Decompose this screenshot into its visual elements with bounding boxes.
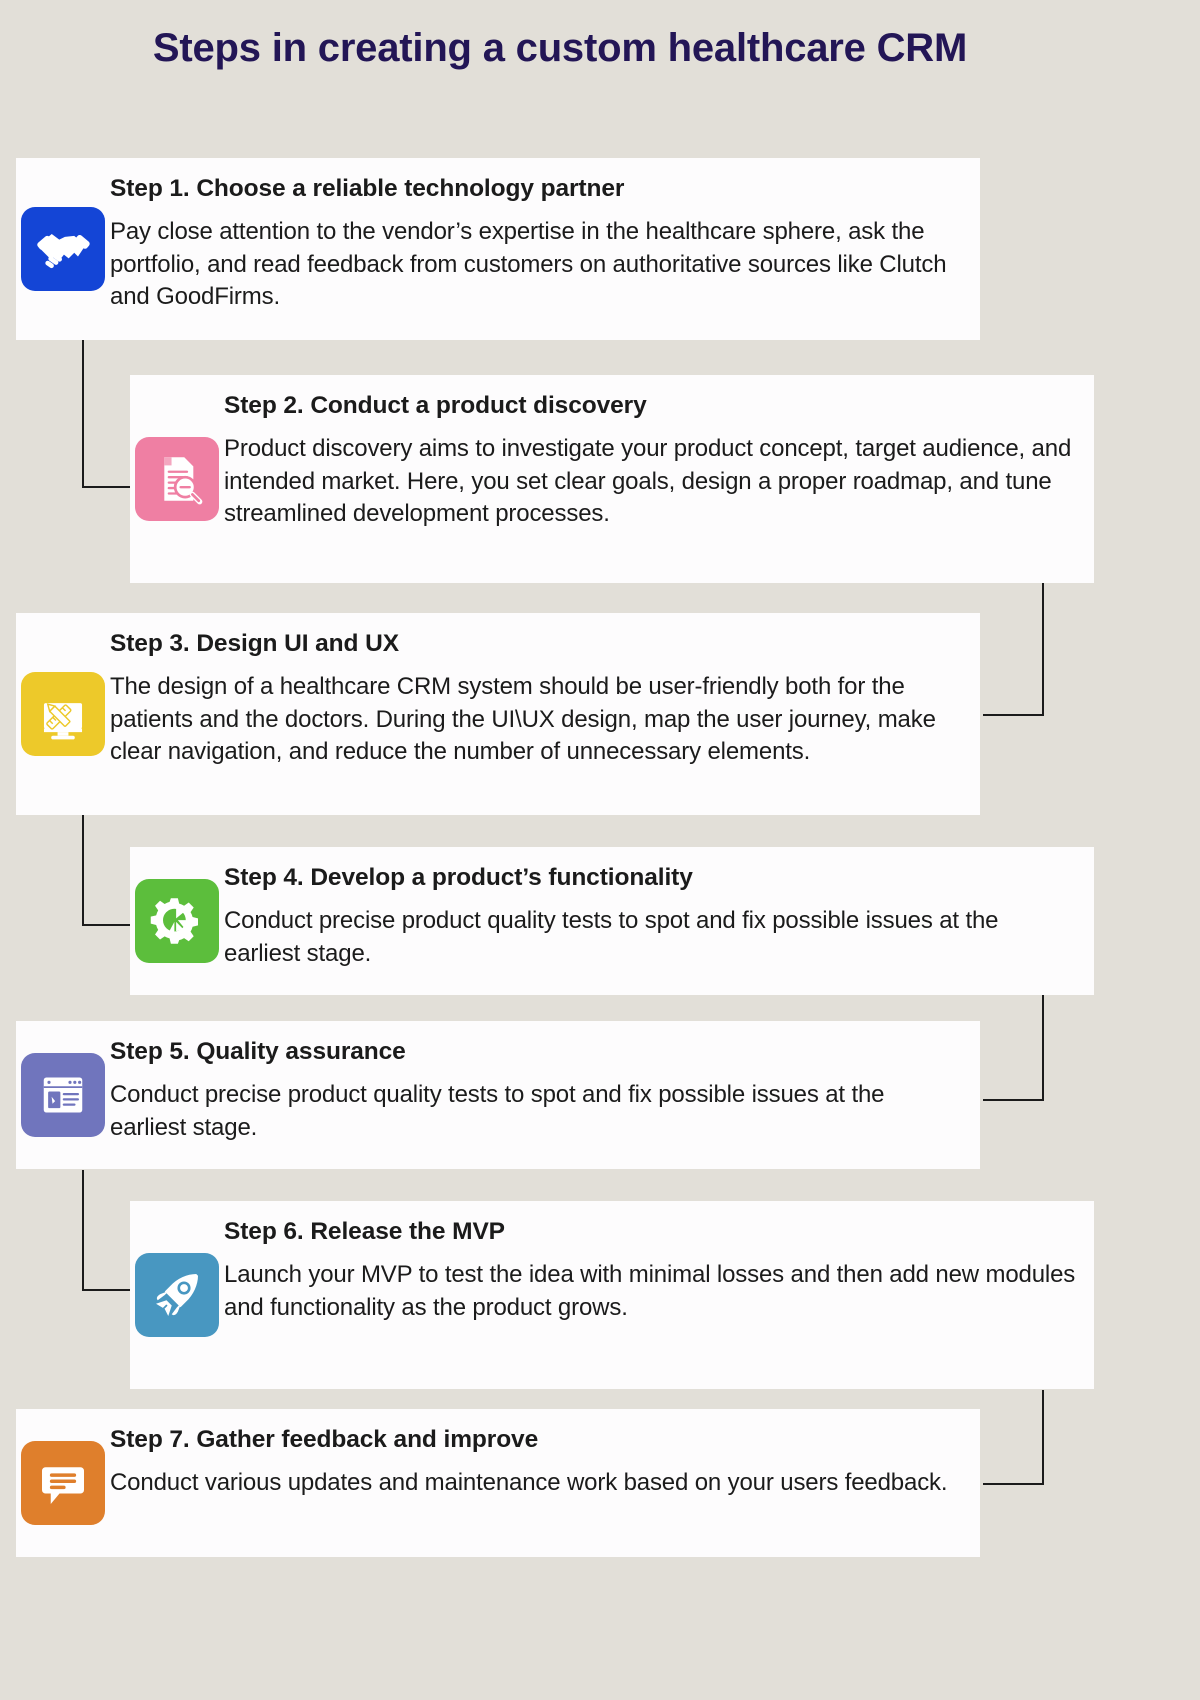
step-1-body: Step 1. Choose a reliable technology par… <box>110 158 980 331</box>
step-card-6: Step 6. Release the MVP Launch your MVP … <box>130 1201 1094 1389</box>
document-search-icon <box>135 437 219 521</box>
step-3-icon-wrap <box>16 672 110 756</box>
step-5-heading: Step 5. Quality assurance <box>110 1038 406 1065</box>
page-title: Steps in creating a custom healthcare CR… <box>152 26 968 70</box>
infographic-root: Steps in creating a custom healthcare CR… <box>0 0 1200 1700</box>
step-7-text: Conduct various updates and maintenance … <box>110 1468 948 1496</box>
step-6-icon-wrap <box>130 1253 224 1337</box>
step-card-5: Step 5. Quality assurance Conduct precis… <box>16 1021 980 1169</box>
step-2-heading: Step 2. Conduct a product discovery <box>224 392 647 419</box>
step-card-7: Step 7. Gather feedback and improve Cond… <box>16 1409 980 1557</box>
step-3-text: The design of a healthcare CRM system sh… <box>110 672 936 766</box>
step-4-heading: Step 4. Develop a product’s functionalit… <box>224 864 693 891</box>
step-6-body: Step 6. Release the MVP Launch your MVP … <box>224 1201 1094 1341</box>
chat-bubble-icon <box>21 1441 105 1525</box>
step-2-icon-wrap <box>130 437 224 521</box>
rocket-icon <box>135 1253 219 1337</box>
step-5-text: Conduct precise product quality tests to… <box>110 1080 885 1141</box>
step-4-text: Conduct precise product quality tests to… <box>224 906 999 967</box>
step-card-3: Step 3. Design UI and UX The design of a… <box>16 613 980 815</box>
step-7-icon-wrap <box>16 1441 110 1525</box>
step-6-heading: Step 6. Release the MVP <box>224 1218 505 1245</box>
step-1-text: Pay close attention to the vendor’s expe… <box>110 217 947 311</box>
design-monitor-icon <box>21 672 105 756</box>
step-7-body: Step 7. Gather feedback and improve Cond… <box>110 1409 980 1517</box>
step-2-body: Step 2. Conduct a product discovery Prod… <box>224 375 1094 548</box>
step-4-icon-wrap <box>130 879 224 963</box>
step-7-heading: Step 7. Gather feedback and improve <box>110 1426 539 1453</box>
step-3-body: Step 3. Design UI and UX The design of a… <box>110 613 980 786</box>
step-3-heading: Step 3. Design UI and UX <box>110 630 399 657</box>
step-1-heading: Step 1. Choose a reliable technology par… <box>110 175 625 202</box>
step-6-text: Launch your MVP to test the idea with mi… <box>224 1260 1076 1321</box>
step-card-2: Step 2. Conduct a product discovery Prod… <box>130 375 1094 583</box>
browser-window-icon <box>21 1053 105 1137</box>
step-4-body: Step 4. Develop a product’s functionalit… <box>224 847 1094 987</box>
step-1-icon-wrap <box>16 207 110 291</box>
step-5-icon-wrap <box>16 1053 110 1137</box>
step-2-text: Product discovery aims to investigate yo… <box>224 434 1072 528</box>
step-card-1: Step 1. Choose a reliable technology par… <box>16 158 980 340</box>
step-card-4: Step 4. Develop a product’s functionalit… <box>130 847 1094 995</box>
gear-chart-icon <box>135 879 219 963</box>
handshake-icon <box>21 207 105 291</box>
step-5-body: Step 5. Quality assurance Conduct precis… <box>110 1021 980 1161</box>
